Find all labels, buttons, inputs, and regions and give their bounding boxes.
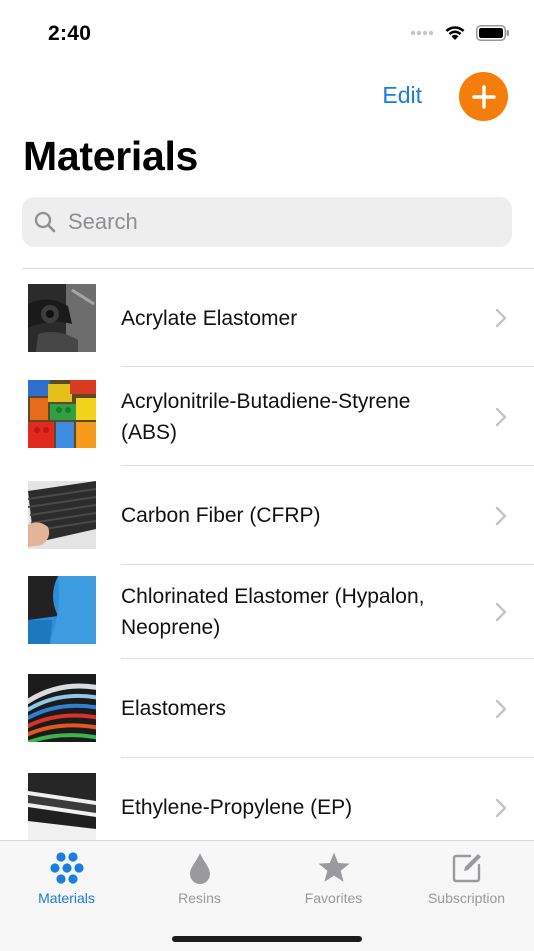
abs-lego-photo	[28, 380, 96, 448]
list-item[interactable]: Carbon Fiber (CFRP)	[0, 466, 534, 565]
elastomer-tubes-photo	[28, 674, 96, 742]
hexagon-grid-icon	[49, 852, 84, 884]
chevron-right-icon	[495, 602, 507, 622]
tab-label: Materials	[38, 890, 95, 906]
material-name: Elastomers	[121, 697, 227, 720]
tab-favorites[interactable]: Favorites	[267, 841, 400, 921]
list-item[interactable]: Chlorinated Elastomer (Hypalon, Neoprene…	[0, 565, 534, 659]
tab-subscription[interactable]: Subscription	[400, 841, 533, 921]
wifi-icon	[445, 26, 465, 40]
tab-materials[interactable]: Materials	[0, 841, 133, 921]
drop-icon	[189, 853, 210, 884]
list-item[interactable]: Acrylate Elastomer	[0, 269, 534, 367]
page-title: Materials	[23, 133, 199, 179]
acrylate-photo	[28, 284, 96, 352]
material-thumbnail	[28, 380, 96, 448]
chevron-right-icon	[495, 308, 507, 328]
signal-icon	[410, 30, 434, 35]
status-bar: 2:40	[0, 0, 534, 60]
material-thumbnail	[28, 481, 96, 549]
tab-resins[interactable]: Resins	[133, 841, 266, 921]
search-input[interactable]	[66, 208, 490, 236]
tab-label: Subscription	[427, 890, 506, 906]
chevron-right-icon	[495, 506, 507, 525]
material-thumbnail	[28, 674, 96, 742]
material-name: Acrylate Elastomer	[121, 306, 298, 330]
search-bar[interactable]	[22, 197, 512, 247]
carbon-fiber-photo	[28, 481, 96, 549]
plus-icon	[471, 84, 496, 109]
material-name: Carbon Fiber (CFRP)	[121, 504, 321, 527]
navigation-bar: Edit	[0, 64, 534, 128]
material-thumbnail	[28, 773, 96, 841]
material-name: Ethylene-Propylene (EP)	[121, 796, 353, 819]
list-item[interactable]: Acrylonitrile-Butadiene-Styrene (ABS)	[0, 367, 534, 466]
material-name: Chlorinated Elastomer (Hypalon, Neoprene…	[121, 585, 425, 639]
material-thumbnail	[28, 284, 96, 352]
search-icon	[34, 211, 56, 233]
materials-list: Acrylate Elastomer Acrylonitrile-Butadie…	[0, 269, 534, 857]
chevron-right-icon	[495, 699, 507, 718]
battery-icon	[476, 24, 509, 41]
tab-bar: Materials Resins Favorites Subscription	[0, 840, 534, 951]
tab-label: Resins	[178, 890, 221, 906]
neoprene-photo	[28, 576, 96, 644]
add-material-button[interactable]	[459, 72, 508, 121]
home-indicator	[172, 936, 362, 942]
tab-label: Favorites	[304, 890, 363, 906]
edit-button[interactable]: Edit	[382, 82, 422, 109]
status-icons	[410, 24, 510, 41]
material-thumbnail	[28, 576, 96, 644]
list-item[interactable]: Elastomers	[0, 659, 534, 758]
chevron-right-icon	[495, 798, 507, 817]
compose-icon	[452, 854, 481, 883]
star-icon	[318, 852, 349, 882]
chevron-right-icon	[495, 407, 507, 426]
status-time: 2:40	[48, 22, 92, 45]
ep-foam-photo	[28, 773, 96, 841]
material-name: Acrylonitrile-Butadiene-Styrene (ABS)	[121, 389, 411, 444]
